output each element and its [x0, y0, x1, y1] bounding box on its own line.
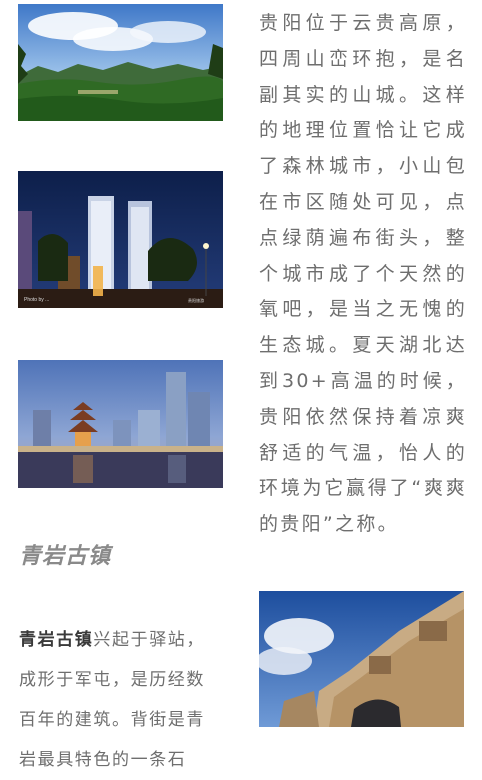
- photo-caption-left: Photo by ...: [24, 297, 49, 303]
- qingyan-paragraph: 青岩古镇兴起于驿站，成形于军屯，是历经数百年的建筑。背街是青岩最具特色的一条石: [19, 620, 214, 780]
- ancient-gate-photo: [259, 591, 464, 727]
- photo-caption-right: 贵阳旅游: [188, 297, 204, 303]
- qingyan-text: 兴起于驿站，成形于军屯，是历经数百年的建筑。背街是青岩最具特色的一条石: [19, 630, 206, 770]
- section-heading: 青岩古镇: [19, 543, 112, 569]
- guiyang-intro-paragraph: 贵阳位于云贵高原，四周山峦环抱，是名副其实的山城。这样的地理位置恰让它成了森林城…: [259, 12, 467, 536]
- qingyan-bold-lead: 青岩古镇: [19, 630, 94, 650]
- pavilion-river-photo: [18, 360, 223, 488]
- mountain-landscape-photo: [18, 4, 223, 121]
- city-night-skyline-photo: Photo by ... 贵阳旅游: [18, 171, 223, 308]
